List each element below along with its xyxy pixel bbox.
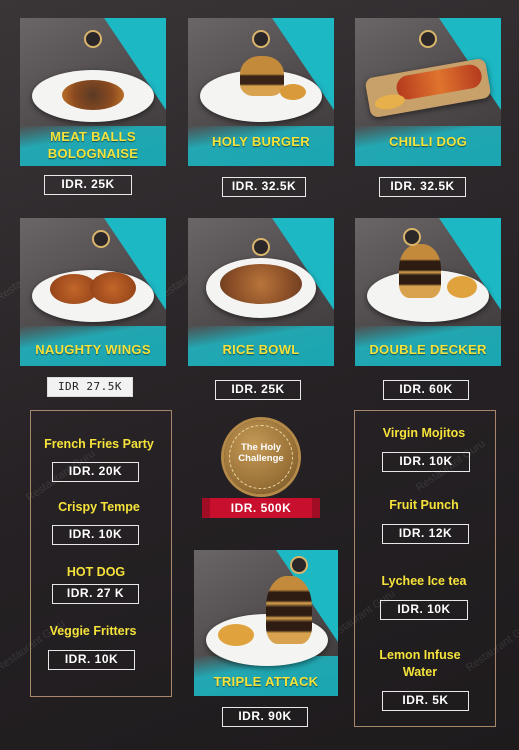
plate-image <box>206 258 316 318</box>
challenge-line1: The Holy <box>240 442 282 453</box>
food-image <box>373 92 406 112</box>
card-label: MEAT BALLS BOLOGNAISE <box>47 129 139 161</box>
plate-image <box>367 244 489 322</box>
challenge-title: The Holy Challenge <box>224 442 298 464</box>
price-tag: IDR. 25K <box>215 380 301 400</box>
card-label: TRIPLE ATTACK <box>213 674 319 689</box>
card-label: NAUGHTY WINGS <box>35 342 151 357</box>
restaurant-logo-icon <box>290 556 308 574</box>
food-image <box>447 276 477 298</box>
food-image <box>240 56 284 96</box>
menu-item-name: Veggie Fritters <box>49 624 137 638</box>
price-tag: IDR. 60K <box>383 380 469 400</box>
price-tag: IDR. 10K <box>380 600 468 620</box>
food-image <box>62 80 124 110</box>
challenge-line2: Challenge <box>238 453 284 464</box>
menu-item-name: Lemon Infuse Water <box>379 648 461 679</box>
menu-page: Restaurant Guru Restaurant Guru Restaura… <box>0 0 519 750</box>
menu-item-name: French Fries Party <box>44 437 154 451</box>
card-label: DOUBLE DECKER <box>369 342 487 357</box>
food-image <box>394 62 484 102</box>
food-image <box>220 264 302 304</box>
holy-challenge-badge: The Holy Challenge IDR. 500K <box>202 410 320 520</box>
menu-item-name: Virgin Mojitos <box>382 426 466 440</box>
price-tag: IDR 27.5K <box>47 377 133 397</box>
menu-item-name: HOT DOG <box>66 565 126 579</box>
restaurant-logo-icon <box>92 230 110 248</box>
price-tag: IDR. 25K <box>44 175 132 195</box>
food-image <box>399 244 441 298</box>
restaurant-logo-icon <box>419 30 437 48</box>
price-tag: IDR. 20K <box>52 462 139 482</box>
plate-image <box>200 56 322 122</box>
price-tag: IDR. 27 K <box>52 584 139 604</box>
menu-item-name: Crispy Tempe <box>58 500 140 514</box>
card-label: RICE BOWL <box>222 342 300 357</box>
menu-card-rice-bowl: RICE BOWL <box>188 218 334 366</box>
price-tag: IDR. 12K <box>382 524 469 544</box>
price-tag: IDR. 90K <box>222 707 308 727</box>
challenge-seal: The Holy Challenge <box>224 420 298 494</box>
menu-card-holy-burger: HOLY BURGER <box>188 18 334 166</box>
menu-item-name: Fruit Punch <box>389 498 459 512</box>
restaurant-logo-icon <box>84 30 102 48</box>
card-label: CHILLI DOG <box>388 134 468 149</box>
menu-card-naughty-wings: NAUGHTY WINGS <box>20 218 166 366</box>
menu-card-chilli-dog: CHILLI DOG <box>355 18 501 166</box>
plate-image <box>32 270 154 322</box>
card-label: HOLY BURGER <box>212 134 310 149</box>
restaurant-logo-icon <box>252 238 270 256</box>
food-image <box>90 272 136 304</box>
price-tag: IDR. 10K <box>382 452 470 472</box>
menu-card-meat-balls: MEAT BALLS BOLOGNAISE <box>20 18 166 166</box>
price-tag: IDR. 10K <box>48 650 135 670</box>
menu-card-triple-attack: TRIPLE ATTACK <box>194 550 338 696</box>
restaurant-logo-icon <box>403 228 421 246</box>
price-tag: IDR. 32.5K <box>222 177 306 197</box>
challenge-price: IDR. 500K <box>202 498 320 518</box>
price-tag: IDR. 5K <box>382 691 469 711</box>
plate-image <box>206 576 328 666</box>
menu-item-name: Lychee Ice tea <box>381 574 467 588</box>
price-tag: IDR. 32.5K <box>379 177 466 197</box>
price-tag: IDR. 10K <box>52 525 139 545</box>
menu-card-double-decker: DOUBLE DECKER <box>355 218 501 366</box>
restaurant-logo-icon <box>252 30 270 48</box>
food-image <box>218 624 254 646</box>
food-image <box>280 84 306 100</box>
food-image <box>266 576 312 644</box>
plate-image <box>32 70 154 122</box>
